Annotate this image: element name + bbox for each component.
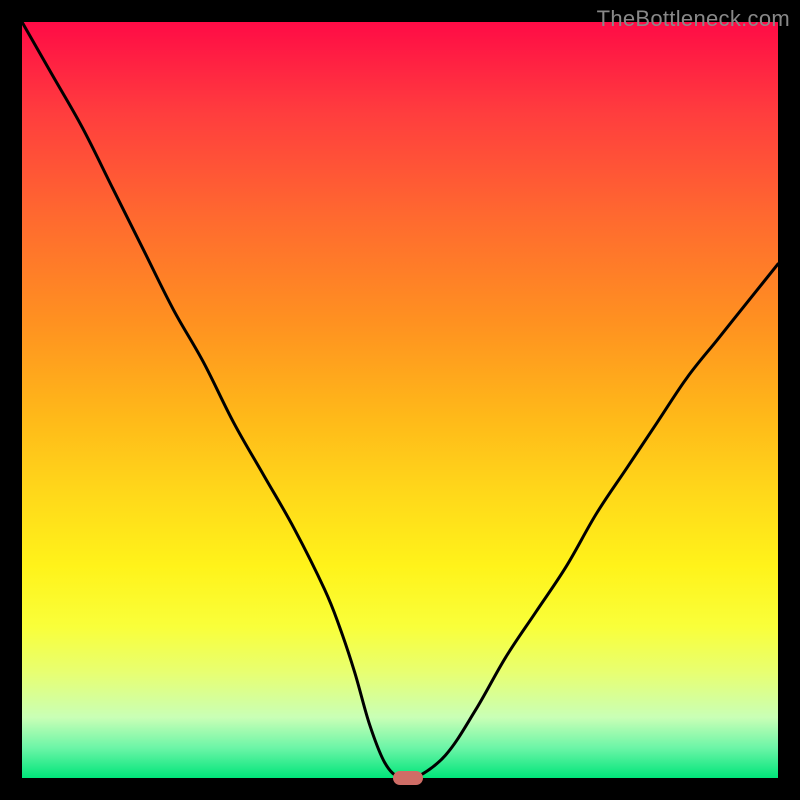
bottleneck-curve — [22, 22, 778, 778]
chart-frame: TheBottleneck.com — [0, 0, 800, 800]
optimal-point-marker — [393, 771, 423, 785]
watermark-text: TheBottleneck.com — [597, 6, 790, 32]
chart-plot-area — [22, 22, 778, 778]
